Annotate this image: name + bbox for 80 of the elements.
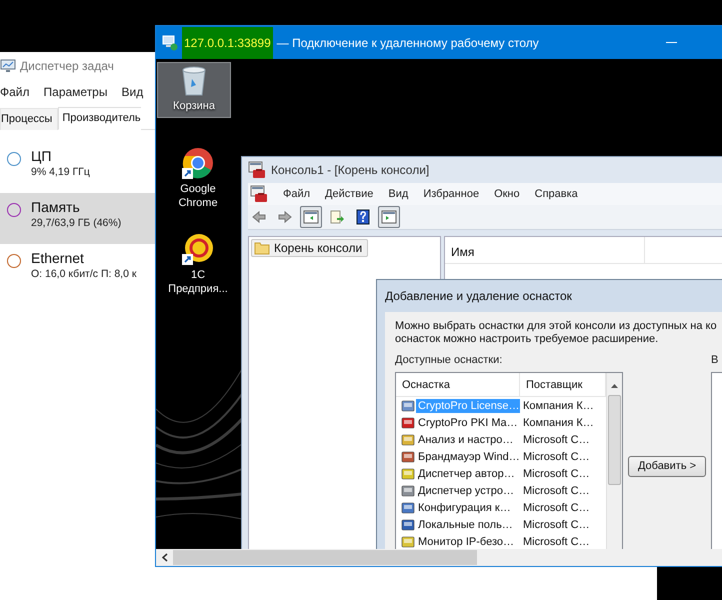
- remote-desktop-icon: [162, 34, 178, 50]
- folder-icon: [254, 241, 270, 255]
- window-title: Диспетчер задач: [20, 59, 114, 73]
- column-header[interactable]: Оснастка: [396, 373, 520, 396]
- menu-item[interactable]: Вид: [121, 85, 144, 99]
- tree-item[interactable]: Корень консоли: [251, 239, 368, 257]
- resource-item[interactable]: Память 29,7/63,9 ГБ (46%): [0, 193, 155, 244]
- menu-item[interactable]: Файл: [283, 188, 310, 200]
- menu-item[interactable]: Вид: [388, 188, 408, 200]
- export-list-icon: [329, 209, 345, 225]
- vendor-text: Microsoft C…: [523, 434, 590, 446]
- vendor-text: Microsoft C…: [523, 484, 590, 496]
- help-icon: [355, 209, 371, 225]
- back-arrow-icon: [251, 209, 267, 225]
- snap-in-name[interactable]: Брандмауэр Wind…: [416, 450, 520, 464]
- resource-item[interactable]: ЦП 9% 4,19 ГГц: [0, 142, 155, 193]
- vendor-text: Microsoft C…: [523, 450, 590, 462]
- resource-name: Ethernet: [31, 250, 85, 266]
- browser-shortcut-icon: [181, 146, 215, 180]
- snap-in-icon: [400, 500, 416, 516]
- app-shortcut-icon: [181, 232, 215, 266]
- snap-in-icon: [400, 398, 416, 414]
- window-title: — Подключение к удаленному рабочему столу: [276, 36, 539, 50]
- resource-name: ЦП: [31, 148, 52, 164]
- scroll-left-icon: [162, 553, 168, 562]
- snap-in-name[interactable]: Диспетчер устро…: [416, 484, 520, 498]
- resource-detail: О: 16,0 кбит/с П: 8,0 к: [31, 268, 136, 280]
- snap-in-name[interactable]: CryptoPro PKI Ma…: [416, 416, 520, 430]
- horizontal-scrollbar[interactable]: [156, 549, 722, 566]
- menu-item[interactable]: Окно: [494, 188, 520, 200]
- desktop-shortcut[interactable]: 1С Предприя...: [161, 229, 235, 301]
- menu-item[interactable]: Действие: [325, 188, 374, 200]
- desktop-shortcut[interactable]: Корзина: [157, 62, 231, 118]
- dialog-title: Добавление и удаление оснасток: [385, 288, 573, 305]
- monitor-icon: [0, 59, 16, 73]
- vendor-text: Компания К…: [523, 416, 594, 428]
- add-button[interactable]: Добавить >: [628, 456, 706, 476]
- tab[interactable]: Производитель: [58, 107, 141, 130]
- resource-detail: 9% 4,19 ГГц: [31, 166, 90, 178]
- menu-item[interactable]: Справка: [534, 188, 578, 200]
- resource-item[interactable]: Ethernet О: 16,0 кбит/с П: 8,0 к: [0, 244, 155, 295]
- list-label: В: [711, 354, 720, 366]
- vertical-scrollbar[interactable]: [606, 373, 622, 549]
- pane-icon: [303, 209, 319, 225]
- snap-in-icon: [400, 466, 416, 482]
- tab[interactable]: Процессы: [0, 108, 58, 130]
- menu-item[interactable]: Файл: [0, 85, 30, 99]
- snap-in-name[interactable]: Локальные поль…: [416, 518, 520, 532]
- action-pane-button[interactable]: [378, 206, 400, 228]
- snap-in-name[interactable]: Анализ и настро…: [416, 432, 520, 446]
- vendor-text: Microsoft C…: [523, 468, 590, 480]
- vendor-text: Microsoft C…: [523, 536, 590, 548]
- snap-in-icon: [400, 482, 416, 498]
- column-header[interactable]: Имя: [445, 237, 645, 263]
- snap-in-icon: [400, 516, 416, 532]
- desktop-shortcut[interactable]: Google Chrome: [161, 143, 235, 215]
- description-text: оснасток можно настроить требуемое расширение.: [395, 333, 660, 346]
- host-address: 127.0.0.1:33899: [182, 26, 273, 58]
- vendor-text: Компания К…: [523, 400, 594, 412]
- window-title: Консоль1 - [Корень консоли]: [271, 163, 430, 177]
- description-text: Можно выбрать оснастки для этой консоли из доступных на ко: [395, 320, 718, 333]
- snap-in-icon: [400, 432, 416, 448]
- forward-arrow-icon: [277, 209, 293, 225]
- snap-in-icon: [400, 448, 416, 464]
- resource-detail: 29,7/63,9 ГБ (46%): [31, 217, 122, 229]
- minimize-icon: [666, 42, 676, 44]
- resource-name: Память: [31, 199, 81, 215]
- menu-item[interactable]: Параметры: [44, 85, 108, 99]
- pane-icon: [381, 209, 397, 225]
- vendor-text: Microsoft C…: [523, 518, 590, 530]
- console-icon: [248, 161, 266, 179]
- list-label: Доступные оснастки:: [395, 354, 504, 366]
- menu-item[interactable]: Избранное: [423, 188, 480, 200]
- recycle-bin-icon: [180, 65, 208, 97]
- snap-in-name[interactable]: Монитор IP-безо…: [416, 534, 520, 548]
- tree-toggle-button[interactable]: [300, 206, 322, 228]
- snap-in-icon: [400, 414, 416, 430]
- snap-in-name[interactable]: Конфигурация к…: [416, 500, 520, 514]
- snap-in-name[interactable]: Диспетчер автор…: [416, 466, 520, 480]
- vendor-text: Microsoft C…: [523, 502, 590, 514]
